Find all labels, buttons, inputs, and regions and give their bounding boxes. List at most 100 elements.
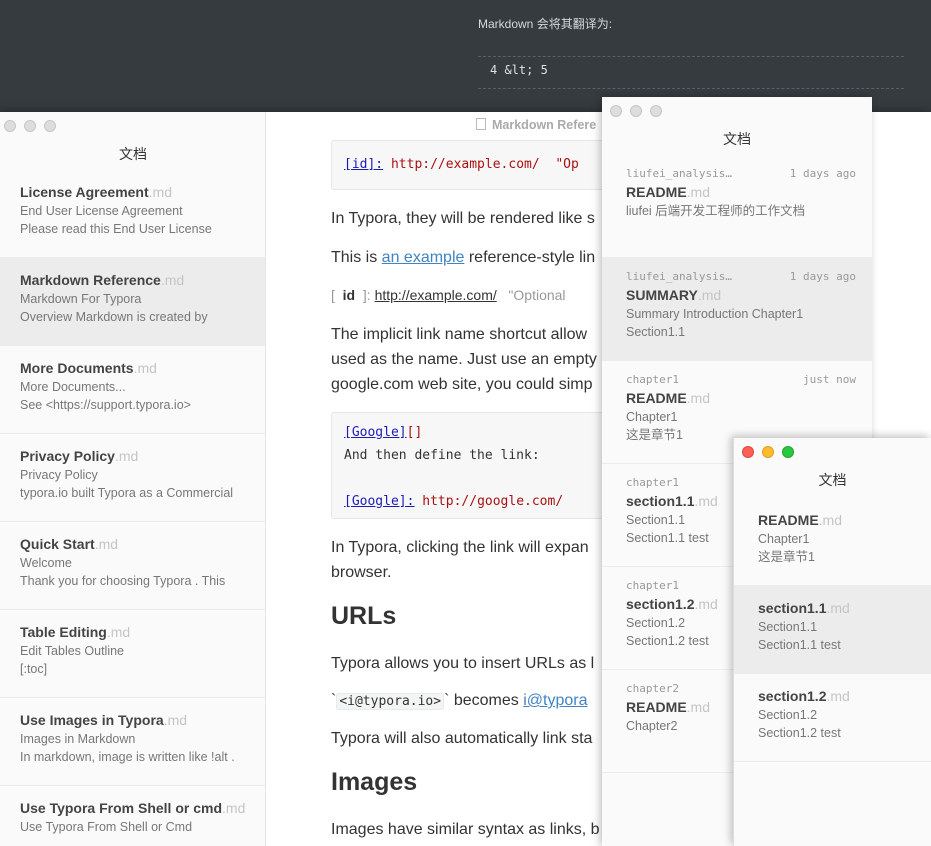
file-name: README [626, 184, 687, 200]
file-item-section1-1[interactable]: section1.1.md Section1.1 Section1.1 test [734, 586, 931, 674]
file-excerpt-line2: typora.io built Typora as a Commercial [20, 486, 234, 500]
close-button[interactable] [742, 446, 754, 458]
file-name: Quick Start [20, 536, 95, 552]
file-list: README.md Chapter1 这是章节1 section1.1.md S… [734, 498, 931, 762]
code-ref: [Google] [344, 425, 407, 440]
sidebar-title: 文档 [119, 146, 147, 162]
file-item-section1-2[interactable]: section1.2.md Section1.2 Section1.2 test [734, 674, 931, 762]
file-excerpt-line1: liufei 后端开发工程师的工作文档 [626, 204, 806, 218]
file-folder: chapter1 [626, 579, 679, 592]
code-border-top [478, 56, 904, 57]
paragraph-implicit-2: used as the name. Just use an empty [331, 351, 597, 368]
code-title: "Op [555, 157, 579, 172]
file-excerpt-line1: Summary Introduction Chapter1 [626, 307, 804, 321]
file-ext: .md [694, 596, 718, 612]
file-ext: .md [148, 184, 172, 200]
paragraph-email: ` <i@typora.io> ` becomes i@typora [331, 688, 587, 714]
paragraph-images: Images have similar syntax as links, b [331, 821, 600, 838]
file-name: section1.1 [626, 493, 695, 509]
ref-title: "Optional [508, 287, 566, 303]
file-time: 1 days ago [789, 167, 856, 180]
window-controls [742, 446, 794, 458]
file-name: Markdown Reference [20, 272, 161, 288]
file-item-use-typora-shell[interactable]: Use Typora From Shell or cmd.md Use Typo… [0, 786, 265, 846]
code-url: http://example.com/ [390, 157, 540, 172]
file-excerpt-line1: Use Typora From Shell or Cmd [20, 820, 193, 834]
email-link[interactable]: i@typora [523, 692, 587, 709]
file-name: Privacy Policy [20, 448, 115, 464]
file-ext: .md [160, 272, 185, 288]
zoom-button[interactable] [650, 105, 662, 117]
window-title: 文档 [723, 131, 751, 147]
code-block-2[interactable]: [Google][] And then define the link: [Go… [331, 412, 631, 519]
file-name: Use Images in Typora [20, 712, 164, 728]
file-excerpt-line2: Overview Markdown is created by [20, 310, 208, 324]
code-line: And then define the link: [344, 448, 540, 463]
file-item-summary[interactable]: liufei_analysis… 1 days ago SUMMARY.md Su… [602, 258, 872, 361]
minimize-button[interactable] [630, 105, 642, 117]
ref-id: id [342, 287, 356, 303]
file-item-use-images[interactable]: Use Images in Typora.md Images in Markdo… [0, 698, 265, 786]
paragraph-rendered: In Typora, they will be rendered like s [331, 210, 595, 227]
file-name: README [758, 512, 819, 528]
code-block-1[interactable]: [id]: http://example.com/ "Op [331, 140, 631, 190]
file-item-table-editing[interactable]: Table Editing.md Edit Tables Outline [:t… [0, 610, 265, 698]
close-button[interactable] [610, 105, 622, 117]
file-name: section1.2 [758, 688, 827, 704]
heading-urls: URLs [331, 602, 397, 630]
file-item-more-documents[interactable]: More Documents.md More Documents... See … [0, 346, 265, 434]
file-time: just now [803, 373, 856, 386]
file-excerpt-line2: In markdown, image is written like !alt … [20, 750, 235, 764]
file-ext: .md [163, 712, 188, 728]
minimize-button[interactable] [24, 120, 36, 132]
file-folder: liufei_analysis… [626, 167, 732, 180]
file-ext: .md [133, 360, 157, 376]
code-border-bottom [478, 88, 904, 89]
example-link[interactable]: an example [382, 249, 465, 266]
file-ext: .md [826, 688, 850, 704]
paragraph-example: This is an example reference-style lin [331, 245, 595, 270]
file-excerpt-line1: Privacy Policy [20, 468, 98, 482]
close-button[interactable] [4, 120, 16, 132]
file-ext: .md [94, 536, 119, 552]
file-item-privacy-policy[interactable]: Privacy Policy.md Privacy Policy typora.… [0, 434, 265, 522]
file-excerpt-line1: Welcome [20, 556, 72, 570]
background-paragraph: Markdown 会将其翻译为: [478, 17, 613, 31]
file-excerpt-line1: Chapter1 [758, 532, 810, 546]
file-name: section1.1 [758, 600, 827, 616]
file-excerpt-line1: Markdown For Typora [20, 292, 142, 306]
file-excerpt-line2: Section1.2 test [758, 726, 841, 740]
file-item-readme[interactable]: README.md Chapter1 这是章节1 [734, 498, 931, 586]
file-ext: .md [222, 800, 246, 816]
file-excerpt-line2: Section1.1 test [758, 638, 841, 652]
paragraph-clicking-1: In Typora, clicking the link will expan [331, 539, 589, 556]
file-excerpt-line1: Section1.2 [758, 708, 818, 722]
file-item-markdown-reference[interactable]: Markdown Reference.md Markdown For Typor… [0, 258, 265, 346]
window-controls [610, 105, 662, 117]
link-reference-definition[interactable]: [ id ]: http://example.com/ "Optional [331, 287, 566, 303]
file-ext: .md [826, 600, 850, 616]
file-ext: .md [694, 493, 718, 509]
zoom-button[interactable] [782, 446, 794, 458]
file-name: SUMMARY [626, 287, 698, 303]
file-item-license-agreement[interactable]: License Agreement.md End User License Ag… [0, 170, 265, 258]
file-excerpt-line2: Section1.1 [626, 325, 686, 339]
file-name: section1.2 [626, 596, 695, 612]
file-excerpt-line2: [:toc] [20, 662, 48, 676]
file-name: Use Typora From Shell or cmd [20, 800, 223, 816]
file-ext: .md [114, 448, 139, 464]
third-window: 文档 README.md Chapter1 这是章节1 section1.1.m… [733, 438, 931, 846]
window-controls [4, 120, 56, 132]
paragraph-text: reference-style lin [464, 249, 596, 266]
file-folder: chapter1 [626, 476, 679, 489]
code-ref: [id]: [344, 157, 384, 172]
file-item-readme[interactable]: liufei_analysis… 1 days ago README.md liu… [602, 155, 872, 258]
paragraph-clicking-2: browser. [331, 564, 392, 581]
file-ext: .md [686, 184, 711, 200]
file-folder: chapter2 [626, 682, 679, 695]
file-item-quick-start[interactable]: Quick Start.md Welcome Thank you for cho… [0, 522, 265, 610]
zoom-button[interactable] [44, 120, 56, 132]
file-excerpt-line1: Chapter1 [626, 410, 678, 424]
file-ext: .md [106, 624, 131, 640]
minimize-button[interactable] [762, 446, 774, 458]
